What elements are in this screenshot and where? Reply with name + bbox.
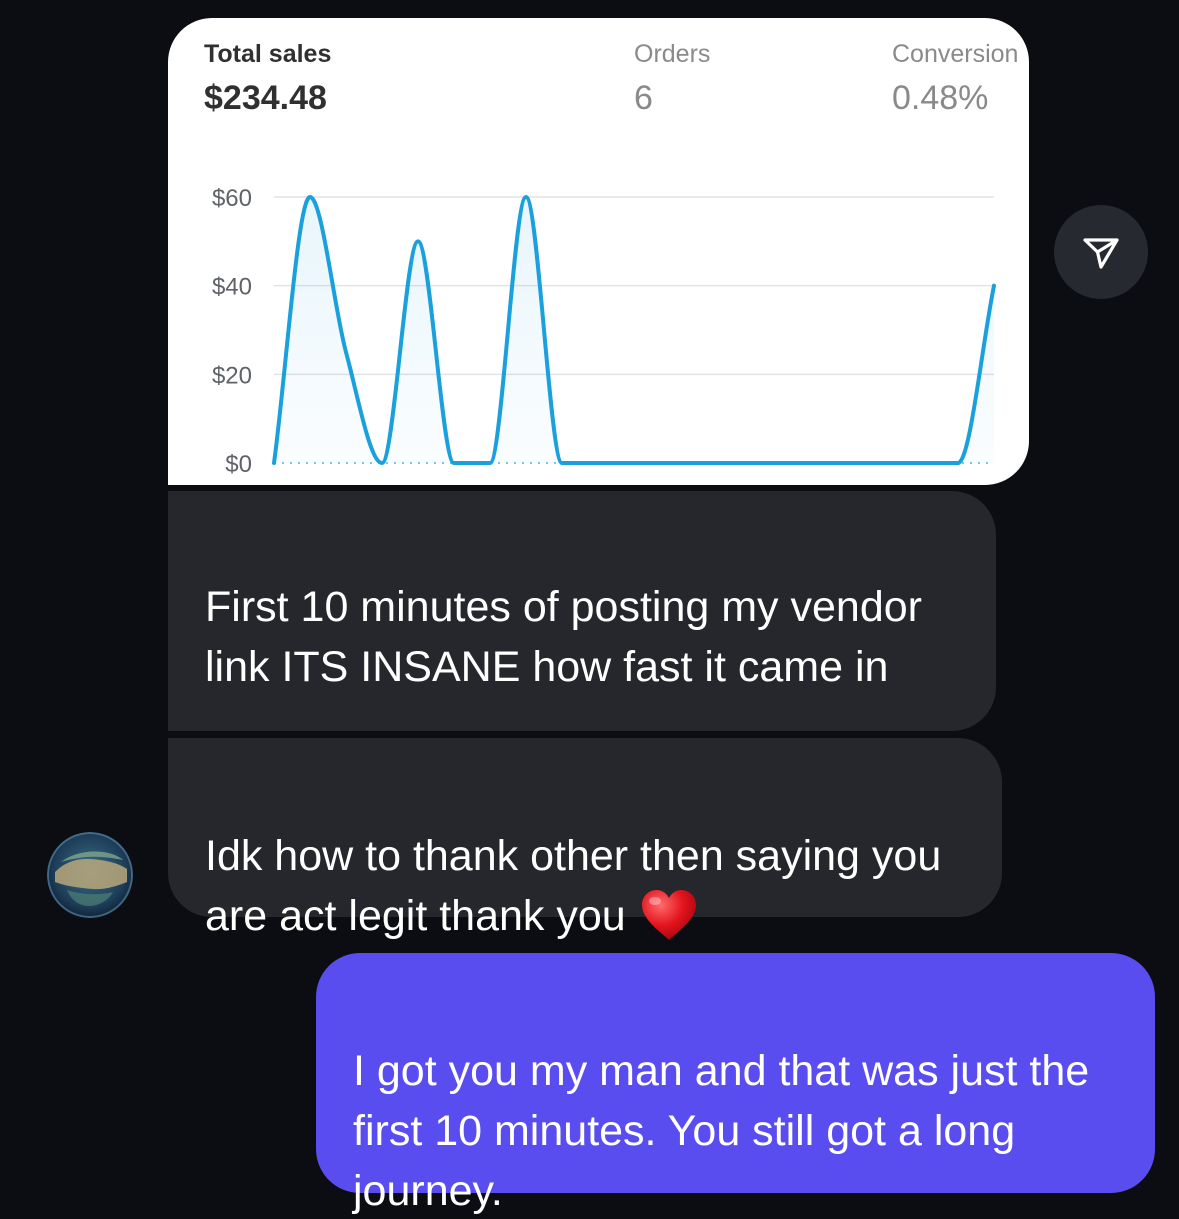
paper-plane-icon — [1083, 238, 1119, 269]
incoming-message[interactable]: Idk how to thank other then saying you a… — [168, 738, 1002, 940]
share-button[interactable] — [1054, 205, 1148, 299]
sales-chart: $0 $20 $40 $60 — [212, 185, 996, 478]
series-area — [274, 197, 994, 463]
shared-sales-image[interactable]: Total sales $234.48 Orders 6 Conversion … — [168, 18, 1029, 485]
globe-avatar-icon — [47, 832, 133, 918]
incoming-message[interactable]: First 10 minutes of posting my vendor li… — [168, 491, 996, 731]
red-heart-emoji-icon — [641, 889, 696, 940]
y-tick-label: $60 — [212, 185, 252, 212]
message-text: First 10 minutes of posting my vendor li… — [205, 583, 922, 691]
y-tick-label: $40 — [212, 274, 252, 301]
message-text: I got you my man and that was just the f… — [353, 1047, 1090, 1215]
chat-screen: Total sales $234.48 Orders 6 Conversion … — [0, 0, 1179, 1219]
series-line — [272, 195, 996, 465]
message-text: Idk how to thank other then saying you a… — [205, 832, 942, 940]
y-tick-label: $0 — [225, 451, 252, 478]
y-tick-label: $20 — [212, 362, 252, 389]
contact-avatar[interactable] — [47, 832, 133, 918]
outgoing-message[interactable]: I got you my man and that was just the f… — [316, 953, 1155, 1215]
